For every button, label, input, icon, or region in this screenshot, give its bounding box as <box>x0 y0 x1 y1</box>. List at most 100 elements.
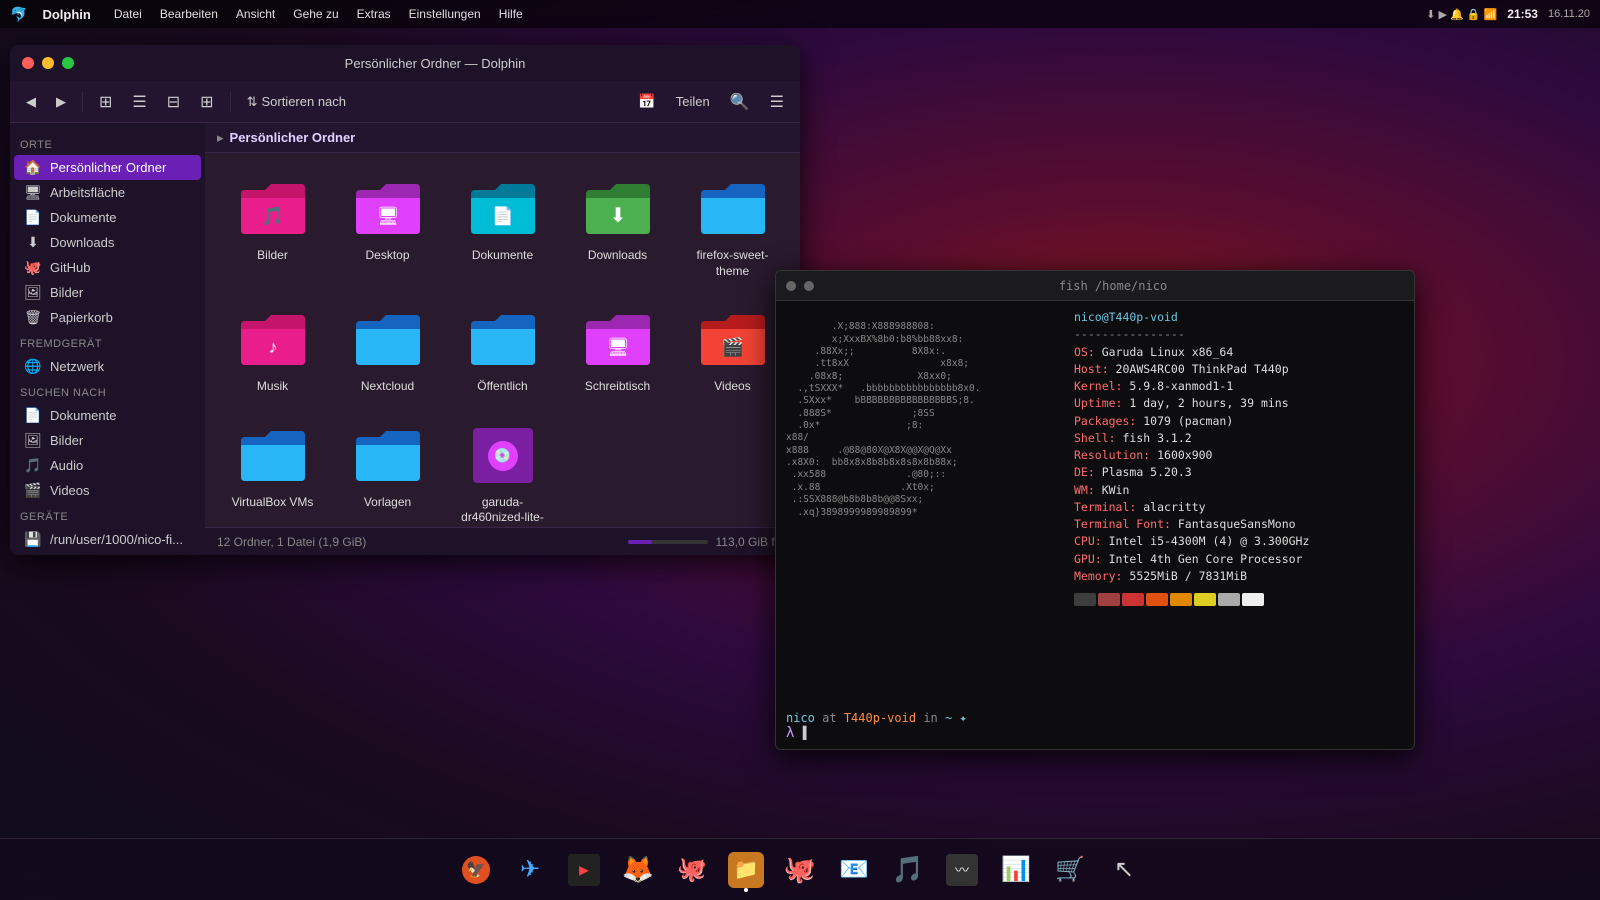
menu-bearbeiten[interactable]: Bearbeiten <box>152 5 226 23</box>
sidebar-item-search-pics[interactable]: 🖼 Bilder <box>14 428 201 453</box>
sidebar-item-search-audio[interactable]: 🎵 Audio <box>14 453 201 478</box>
color-palette <box>1074 593 1404 606</box>
label-terminal: Terminal: <box>1074 500 1143 514</box>
menu-button[interactable]: ☰ <box>762 87 792 117</box>
sidebar-item-documents[interactable]: 📄 Dokumente <box>14 205 201 230</box>
folder-icon-vbox <box>237 425 309 487</box>
file-item-public[interactable]: Öffentlich <box>450 299 555 405</box>
file-item-iso[interactable]: 💿 garuda-dr460nized-lite-201116-linux-ze… <box>450 415 555 527</box>
taskbar-octopi[interactable]: 🐙 <box>668 846 716 894</box>
search-button[interactable]: 🔍 <box>722 87 758 117</box>
share-button[interactable]: Teilen <box>668 87 718 117</box>
file-item-templates[interactable]: Vorlagen <box>335 415 440 527</box>
detail-view-button[interactable]: ☰ <box>124 87 154 117</box>
file-item-downloads[interactable]: ⬇ Downloads <box>565 168 670 289</box>
taskbar-terminal[interactable]: ▶ <box>560 846 608 894</box>
value-terminal: alacritty <box>1143 500 1205 514</box>
term-min[interactable] <box>804 281 814 291</box>
svg-text:🖥: 🖥 <box>606 337 629 357</box>
back-button[interactable]: ◀ <box>18 87 44 117</box>
prompt-line-1: nico at T440p-void in ~ ✦ <box>786 711 1404 725</box>
sidebar-item-search-docs[interactable]: 📄 Dokumente <box>14 403 201 428</box>
topbar-right: ⬇ ▶ 🔔 🔒 📶 21:53 16.11.20 <box>1426 7 1590 21</box>
file-item-nextcloud[interactable]: Nextcloud <box>335 299 440 405</box>
sidebar-item-pictures[interactable]: 🖼 Bilder <box>14 280 201 305</box>
file-name-firefox: firefox-sweet-theme <box>688 248 778 279</box>
terminal-prompt[interactable]: nico at T440p-void in ~ ✦ λ ▌ <box>776 707 1414 749</box>
taskbar-cursor[interactable]: ↖ <box>1100 846 1148 894</box>
color-2 <box>1098 593 1120 606</box>
svg-text:🎬: 🎬 <box>721 336 743 357</box>
tree-view-button[interactable]: ⊞ <box>192 87 221 117</box>
label-host: Host: <box>1074 362 1116 376</box>
taskbar-dolphin[interactable]: 📁 <box>722 846 770 894</box>
file-item-videos[interactable]: 🎬 Videos <box>680 299 785 405</box>
maximize-button[interactable] <box>62 57 74 69</box>
sidebar-item-trash[interactable]: 🗑 Papierkorb <box>14 305 201 330</box>
sidebar-item-device-2[interactable]: 💾 /run/user/1000/nico-fi... <box>14 552 201 555</box>
file-item-bilder[interactable]: 🎵 Bilder <box>220 168 325 289</box>
prompt-at: at <box>822 711 844 725</box>
sidebar-item-home[interactable]: 🏠 Persönlicher Ordner <box>14 155 201 180</box>
file-count: 12 Ordner, 1 Datei (1,9 GiB) <box>217 535 366 549</box>
file-name-nextcloud: Nextcloud <box>361 379 414 395</box>
breadcrumb-current[interactable]: Persönlicher Ordner <box>230 130 356 145</box>
taskbar-github[interactable]: 🐙 <box>776 846 824 894</box>
prompt-in: in <box>923 711 945 725</box>
icon-view-button[interactable]: ⊞ <box>91 87 120 117</box>
file-name-vbox: VirtualBox VMs <box>232 495 314 511</box>
sidebar-item-search-videos[interactable]: 🎬 Videos <box>14 478 201 503</box>
menu-bar: Datei Bearbeiten Ansicht Gehe zu Extras … <box>106 5 531 23</box>
file-item-vbox[interactable]: VirtualBox VMs <box>220 415 325 527</box>
sidebar-item-github[interactable]: 🐙 GitHub <box>14 255 201 280</box>
menu-gehzu[interactable]: Gehe zu <box>285 5 346 23</box>
taskbar-spotify[interactable]: 🎵 <box>884 846 932 894</box>
taskbar-mailspring[interactable]: 📧 <box>830 846 878 894</box>
color-8 <box>1242 593 1264 606</box>
menu-ansicht[interactable]: Ansicht <box>228 5 283 23</box>
file-item-schreibtisch[interactable]: 🖥 Schreibtisch <box>565 299 670 405</box>
info-os: OS: Garuda Linux x86_64 <box>1074 344 1404 361</box>
value-os: Garuda Linux x86_64 <box>1102 345 1234 359</box>
folder-icon-desktop: 🖥 <box>352 178 424 240</box>
taskbar-garuda[interactable]: 🦅 <box>452 846 500 894</box>
sidebar-item-network[interactable]: 🌐 Netzwerk <box>14 354 201 379</box>
term-close[interactable] <box>786 281 796 291</box>
taskbar-firefox[interactable]: 🦊 <box>614 846 662 894</box>
section-header-orte: Orte <box>10 131 205 155</box>
trash-icon: 🗑 <box>24 309 42 326</box>
close-button[interactable] <box>22 57 34 69</box>
label-de: DE: <box>1074 465 1102 479</box>
menu-datei[interactable]: Datei <box>106 5 150 23</box>
firefox-taskbar-icon: 🦊 <box>622 854 654 885</box>
minimize-button[interactable] <box>42 57 54 69</box>
color-7 <box>1218 593 1240 606</box>
sidebar-item-downloads[interactable]: ⬇ Downloads <box>14 230 201 255</box>
sidebar-item-label-pictures: Bilder <box>50 285 83 300</box>
file-name-videos: Videos <box>714 379 750 395</box>
taskbar-waveform[interactable]: 〰 <box>938 846 986 894</box>
file-item-desktop[interactable]: 🖥 Desktop <box>335 168 440 289</box>
folder-icon-videos: 🎬 <box>697 309 769 371</box>
sidebar-item-desktop[interactable]: 🖥 Arbeitsfläche <box>14 180 201 205</box>
sidebar-item-label-desktop: Arbeitsfläche <box>50 185 125 200</box>
menu-extras[interactable]: Extras <box>349 5 399 23</box>
column-view-button[interactable]: ⊟ <box>159 87 188 117</box>
taskbar-monitor[interactable]: 📊 <box>992 846 1040 894</box>
prompt-user: nico <box>786 711 815 725</box>
date-view-button[interactable]: 📅 <box>630 87 663 117</box>
file-name-templates: Vorlagen <box>364 495 411 511</box>
sidebar-item-device-1[interactable]: 💾 /run/user/1000/nico-fi... <box>14 527 201 552</box>
taskbar-kmail[interactable]: ✈ <box>506 846 554 894</box>
file-item-musik[interactable]: ♪ Musik <box>220 299 325 405</box>
sort-button[interactable]: ⇅ Sortieren nach <box>239 90 354 114</box>
menu-hilfe[interactable]: Hilfe <box>491 5 531 23</box>
info-host: Host: 20AWS4RC00 ThinkPad T440p <box>1074 361 1404 378</box>
file-item-dokumente[interactable]: 📄 Dokumente <box>450 168 555 289</box>
taskbar-store[interactable]: 🛒 <box>1046 846 1094 894</box>
file-item-firefox[interactable]: firefox-sweet-theme <box>680 168 785 289</box>
folder-icon-firefox <box>697 178 769 240</box>
menu-einstellungen[interactable]: Einstellungen <box>401 5 489 23</box>
sidebar-item-label-search-audio: Audio <box>50 458 83 473</box>
forward-button[interactable]: ▶ <box>48 87 74 117</box>
